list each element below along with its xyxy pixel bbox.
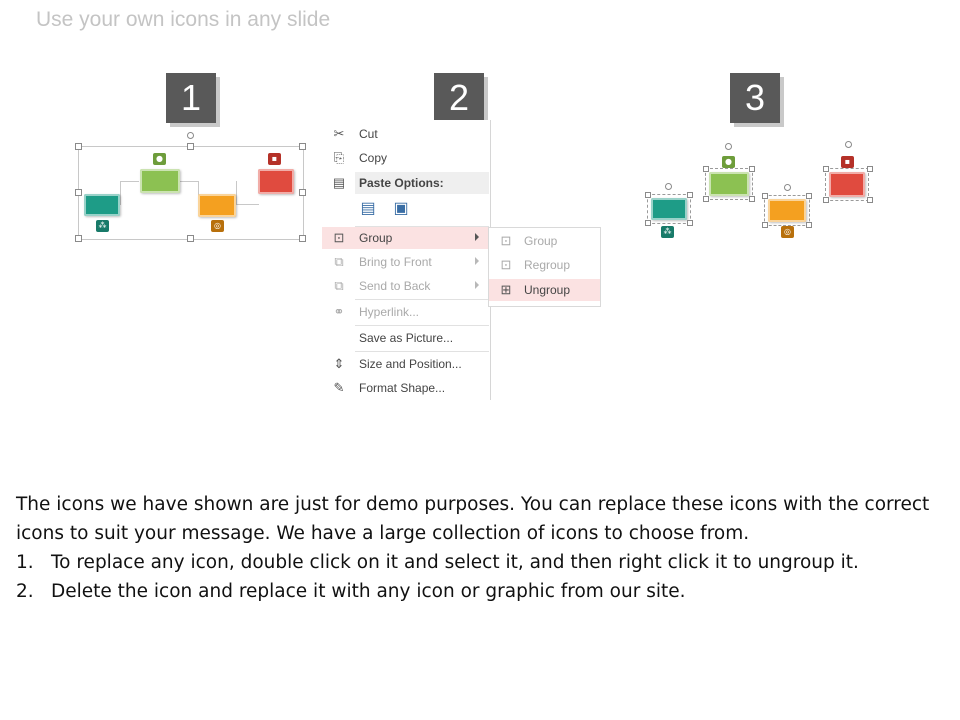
lightbulb-icon: ● (153, 153, 166, 165)
size-position-icon: ⇕ (333, 356, 345, 371)
resize-handle[interactable] (299, 235, 306, 242)
menu-item-cut[interactable]: ✂ Cut (322, 123, 489, 145)
resize-handle[interactable] (187, 235, 194, 242)
menu-item-save-as-picture[interactable]: Save as Picture... (322, 327, 489, 349)
menu-divider (355, 351, 489, 352)
menu-item-paste: ▤ (322, 172, 355, 194)
step-badge-2: 2 (434, 73, 484, 123)
chart-icon[interactable]: ▪ (841, 156, 854, 168)
step-badge-3: 3 (730, 73, 780, 123)
resize-handle[interactable] (762, 222, 768, 228)
menu-item-group[interactable]: ⊡ Group (322, 227, 489, 249)
submenu-arrow-icon (475, 257, 479, 265)
group-icon: ⊡ (500, 233, 512, 248)
menu-divider (355, 299, 489, 300)
resize-handle[interactable] (687, 192, 693, 198)
paste-picture-icon[interactable]: ▣ (390, 198, 412, 220)
submenu-item-regroup[interactable]: ⊡ Regroup (489, 254, 600, 276)
bring-front-icon: ⧉ (334, 254, 344, 269)
resize-handle[interactable] (806, 222, 812, 228)
red-box (258, 169, 294, 194)
list-item: 1. To replace any icon, double click on … (16, 552, 859, 573)
resize-handle[interactable] (75, 189, 82, 196)
menu-item-hyperlink[interactable]: ⚭ Hyperlink... (322, 301, 489, 323)
resize-handle[interactable] (299, 143, 306, 150)
rotation-handle[interactable] (725, 143, 732, 150)
paste-options-header: Paste Options: (355, 172, 489, 194)
network-icon: ⁂ (96, 220, 109, 232)
selection-outline (825, 168, 869, 201)
list-item: 2. Delete the icon and replace it with a… (16, 581, 686, 602)
group-icon: ⊡ (333, 230, 345, 245)
scissors-icon: ✂ (333, 126, 345, 141)
menu-item-bring-to-front[interactable]: ⧉ Bring to Front (322, 251, 489, 273)
ungroup-icon: ⊞ (500, 282, 512, 297)
resize-handle[interactable] (687, 220, 693, 226)
submenu-arrow-icon (475, 281, 479, 289)
rotation-handle[interactable] (784, 184, 791, 191)
green-box (140, 169, 180, 193)
clipboard-icon: ▤ (332, 175, 346, 190)
submenu-item-ungroup[interactable]: ⊞ Ungroup (489, 279, 600, 301)
resize-handle[interactable] (867, 197, 873, 203)
orange-box (198, 194, 236, 217)
resize-handle[interactable] (645, 192, 651, 198)
lightbulb-icon[interactable]: ● (722, 156, 735, 168)
copy-icon: ⎘ (333, 150, 345, 165)
selection-outline (705, 168, 753, 200)
resize-handle[interactable] (823, 166, 829, 172)
resize-handle[interactable] (823, 197, 829, 203)
connector-line (180, 181, 199, 205)
resize-handle[interactable] (762, 193, 768, 199)
step-badge-1: 1 (166, 73, 216, 123)
selection-outline (764, 195, 810, 226)
submenu-item-group[interactable]: ⊡ Group (489, 230, 600, 252)
menu-item-copy[interactable]: ⎘ Copy (322, 147, 489, 169)
menu-item-send-to-back[interactable]: ⧉ Send to Back (322, 275, 489, 297)
chart-icon: ▪ (268, 153, 281, 165)
rotation-handle[interactable] (845, 141, 852, 148)
resize-handle[interactable] (867, 166, 873, 172)
menu-item-size-and-position[interactable]: ⇕ Size and Position... (322, 353, 489, 375)
connector-line (120, 181, 139, 205)
menu-item-format-shape[interactable]: ✎ Format Shape... (322, 377, 489, 399)
resize-handle[interactable] (299, 189, 306, 196)
resize-handle[interactable] (703, 196, 709, 202)
resize-handle[interactable] (75, 235, 82, 242)
selection-outline (647, 194, 691, 224)
connector-line (236, 181, 259, 205)
resize-handle[interactable] (703, 166, 709, 172)
regroup-icon: ⊡ (500, 257, 512, 272)
resize-handle[interactable] (645, 220, 651, 226)
context-menu: ✂ Cut ⎘ Copy Paste Options: ▤ ▤ ▣ ⊡ Grou… (322, 120, 491, 400)
paste-keep-icon[interactable]: ▤ (357, 198, 379, 220)
teal-box (84, 194, 120, 216)
search-icon[interactable]: ◎ (781, 226, 794, 238)
group-submenu: ⊡ Group ⊡ Regroup ⊞ Ungroup (488, 227, 601, 307)
resize-handle[interactable] (187, 143, 194, 150)
menu-divider (355, 325, 489, 326)
hyperlink-icon: ⚭ (333, 304, 345, 319)
rotation-handle[interactable] (665, 183, 672, 190)
format-shape-icon: ✎ (333, 380, 345, 395)
send-back-icon: ⧉ (334, 278, 344, 293)
intro-paragraph: The icons we have shown are just for dem… (16, 494, 930, 544)
instructions-text: The icons we have shown are just for dem… (16, 490, 936, 606)
resize-handle[interactable] (749, 196, 755, 202)
network-icon[interactable]: ⁂ (661, 226, 674, 238)
resize-handle[interactable] (806, 193, 812, 199)
search-icon: ◎ (211, 220, 224, 232)
submenu-arrow-icon (475, 233, 479, 241)
rotation-handle[interactable] (187, 132, 194, 139)
resize-handle[interactable] (749, 166, 755, 172)
resize-handle[interactable] (75, 143, 82, 150)
slide-title: Use your own icons in any slide (36, 8, 331, 31)
